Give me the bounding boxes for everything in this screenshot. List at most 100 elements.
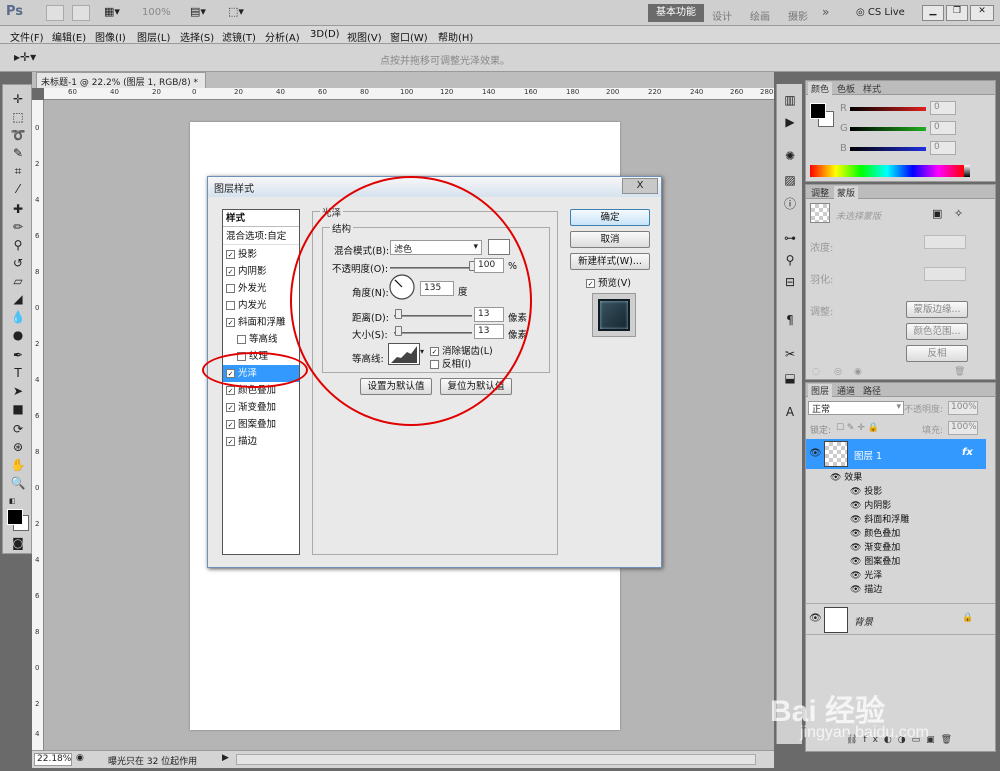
type-tool-icon[interactable]: T	[8, 365, 28, 381]
tab-swatches[interactable]: 色板	[834, 82, 858, 95]
effect-row[interactable]: 👁 斜面和浮雕	[850, 513, 1000, 528]
shape-tool-icon[interactable]: ■	[8, 401, 28, 417]
effect-row[interactable]: 👁 颜色叠加	[850, 527, 1000, 542]
layer-row-background[interactable]: 👁 背景 🔒	[806, 603, 995, 635]
menu-edit[interactable]: 编辑(E)	[52, 29, 86, 44]
3d-panel-icon[interactable]: ✺	[781, 148, 799, 164]
menu-view[interactable]: 视图(V)	[347, 29, 382, 44]
menu-file[interactable]: 文件(F)	[10, 29, 44, 44]
3d-orbit-tool-icon[interactable]: ⊛	[8, 439, 28, 455]
foreground-color-swatch[interactable]	[7, 509, 23, 525]
effect-row[interactable]: 👁 投影	[850, 485, 1000, 500]
vector-mask-icon[interactable]: ✧	[954, 207, 963, 220]
3d-rotate-tool-icon[interactable]: ⟳	[8, 421, 28, 437]
default-colors-icon[interactable]: ◧	[9, 497, 17, 505]
effect-row[interactable]: 👁 描边	[850, 583, 1000, 598]
paint-bucket-tool-icon[interactable]: ◢	[8, 291, 28, 307]
channel-b-slider[interactable]	[850, 147, 926, 151]
style-item-inner-shadow[interactable]: ✓ 内阴影	[223, 263, 299, 280]
layer-visibility-eye-icon[interactable]: 👁	[809, 613, 822, 624]
preview-option[interactable]: ✓ 预览(V)	[586, 275, 631, 289]
layer-visibility-eye-icon[interactable]: 👁	[809, 448, 822, 459]
style-item-inner-glow[interactable]: 内发光	[223, 297, 299, 314]
effect-row[interactable]: 👁 渐变叠加	[850, 541, 1000, 556]
minibridge-icon[interactable]	[72, 5, 90, 21]
channel-g-value[interactable]: 0	[930, 121, 956, 135]
cancel-button[interactable]: 取消	[570, 231, 650, 248]
disable-mask-icon[interactable]: ◉	[854, 367, 862, 377]
status-menu-arrow-icon[interactable]: ▶	[222, 753, 229, 763]
style-checkbox[interactable]: ✓	[226, 250, 235, 259]
hand-tool-icon[interactable]: ✋	[8, 457, 28, 473]
quick-mask-icon[interactable]: ◙	[8, 535, 28, 551]
effect-row[interactable]: 👁 光泽	[850, 569, 1000, 584]
arrange-documents-icon[interactable]: ▤▾	[190, 5, 216, 21]
load-selection-icon[interactable]: ◌	[812, 367, 820, 377]
tab-styles[interactable]: 样式	[860, 82, 884, 95]
style-checkbox[interactable]	[226, 284, 235, 293]
marquee-tool-icon[interactable]: ⬚	[8, 109, 28, 125]
eraser-tool-icon[interactable]: ▱	[8, 273, 28, 289]
menu-image[interactable]: 图像(I)	[95, 29, 126, 44]
style-item-outer-glow[interactable]: 外发光	[223, 280, 299, 297]
blend-options-item[interactable]: 混合选项:自定	[223, 228, 299, 245]
style-item-pattern-overlay[interactable]: ✓ 图案叠加	[223, 416, 299, 433]
crop-tool-icon[interactable]: ⌗	[8, 163, 28, 179]
effect-eye-icon[interactable]: 👁	[850, 571, 864, 581]
style-item-gradient-overlay[interactable]: ✓ 渐变叠加	[223, 399, 299, 416]
effect-row[interactable]: 👁 图案叠加	[850, 555, 1000, 570]
lock-icons[interactable]: ☐ ✎ ✛ 🔒	[836, 423, 879, 433]
effect-eye-icon[interactable]: 👁	[850, 487, 864, 497]
effects-row[interactable]: 👁 效果	[830, 471, 1000, 486]
effect-eye-icon[interactable]: 👁	[850, 515, 864, 525]
styles-header[interactable]: 样式	[223, 210, 299, 227]
color-range-button[interactable]: 颜色范围...	[906, 323, 968, 340]
brush-presets-icon[interactable]: ⊶	[781, 230, 799, 246]
style-checkbox[interactable]: ✓	[226, 437, 235, 446]
grayscale-ramp[interactable]	[964, 165, 970, 177]
workspace-painting[interactable]: 绘画	[750, 8, 770, 23]
style-item-drop-shadow[interactable]: ✓ 投影	[223, 246, 299, 263]
status-info-icon[interactable]: ◉	[76, 753, 84, 763]
document-tab[interactable]: 未标题-1 @ 22.2% (图层 1, RGB/8) * ×	[36, 72, 206, 98]
effect-eye-icon[interactable]: 👁	[850, 557, 864, 567]
history-brush-tool-icon[interactable]: ↺	[8, 255, 28, 271]
style-item-bevel-emboss[interactable]: ✓ 斜面和浮雕	[223, 314, 299, 331]
effect-eye-icon[interactable]: 👁	[850, 543, 864, 553]
channel-r-value[interactable]: 0	[930, 101, 956, 115]
menu-3d[interactable]: 3D(D)	[310, 29, 340, 40]
view-extras-icon[interactable]: ▦▾	[104, 5, 130, 21]
style-checkbox[interactable]	[237, 335, 246, 344]
workspace-design[interactable]: 设计	[712, 8, 732, 23]
effect-row[interactable]: 👁 内阴影	[850, 499, 1000, 514]
clone-source-icon[interactable]: ⚲	[781, 252, 799, 268]
menu-analysis[interactable]: 分析(A)	[265, 29, 300, 44]
tab-channels[interactable]: 通道	[834, 384, 858, 397]
menu-help[interactable]: 帮助(H)	[438, 29, 473, 44]
tab-masks[interactable]: 蒙版	[834, 186, 859, 199]
dodge-tool-icon[interactable]: ●	[8, 327, 28, 343]
workspace-photography[interactable]: 摄影	[788, 8, 808, 23]
channel-g-slider[interactable]	[850, 127, 926, 131]
eyedropper-tool-icon[interactable]: ⁄	[8, 181, 28, 197]
color-spectrum-ramp[interactable]	[810, 165, 964, 177]
tab-paths[interactable]: 路径	[860, 384, 884, 397]
histogram-panel-icon[interactable]: ▨	[781, 172, 799, 188]
style-item-contour[interactable]: 等高线	[223, 331, 299, 348]
invert-button[interactable]: 反相	[906, 345, 968, 362]
effect-eye-icon[interactable]: 👁	[850, 585, 864, 595]
zoom-level[interactable]: 100%	[142, 7, 171, 18]
tools-icon[interactable]: ✂	[781, 346, 799, 362]
mask-edge-button[interactable]: 蒙版边缘...	[906, 301, 968, 318]
status-zoom[interactable]: 22.18%	[34, 753, 72, 766]
cs-live-button[interactable]: ◎ CS Live	[856, 7, 905, 18]
zoom-tool-icon[interactable]: 🔍	[8, 475, 28, 491]
layer-opacity-input[interactable]: 100%	[948, 401, 978, 415]
minimize-button[interactable]: ▁	[922, 5, 944, 21]
effect-eye-icon[interactable]: 👁	[850, 529, 864, 539]
character-panel-icon[interactable]: A	[781, 404, 799, 420]
notes-panel-icon[interactable]: ⬓	[781, 370, 799, 386]
color-foreground-swatch[interactable]	[810, 103, 826, 119]
history-panel-icon[interactable]: ▥	[781, 92, 799, 108]
close-window-button[interactable]: ✕	[970, 5, 994, 21]
